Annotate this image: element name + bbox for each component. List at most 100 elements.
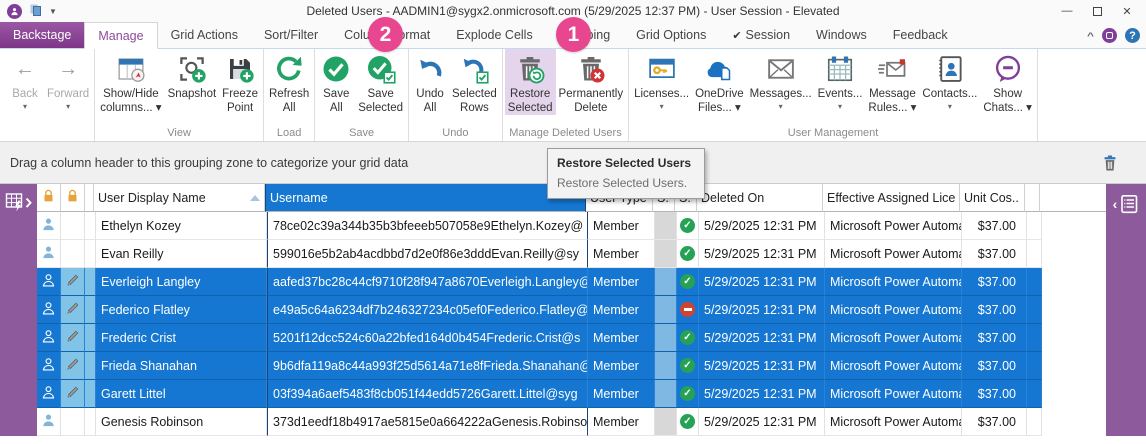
cell-username[interactable]: 9b6dfa119a8c44a993f25d5614a71e8fFrieda.S… (267, 352, 588, 380)
table-row[interactable]: Genesis Robinson373d1eedf18b4917ae5815e0… (37, 408, 1106, 436)
cell-row-edit[interactable] (61, 408, 85, 436)
cell-license[interactable]: Microsoft Power Automat (825, 352, 962, 380)
cell-deleted-on[interactable]: 5/29/2025 12:31 PM (699, 296, 825, 324)
cell-s2[interactable]: ✓ (677, 240, 699, 268)
tab-windows[interactable]: Windows (803, 22, 880, 48)
cell-username[interactable]: aafed37bc28c44cf9710f28f947a8670Everleig… (267, 268, 588, 296)
cell-user-type[interactable]: Member (588, 296, 655, 324)
cell-filler[interactable] (1027, 240, 1042, 268)
cell-username[interactable]: 599016e5b2ab4acdbbd7d2e0f86e3dddEvan.Rei… (267, 240, 588, 268)
forward-button[interactable]: →Forward▾ (44, 49, 92, 111)
grid-tools-panel[interactable] (0, 184, 37, 436)
pencil-icon[interactable] (65, 272, 81, 291)
cell-user-type[interactable]: Member (588, 352, 655, 380)
cell-user-type[interactable]: Member (588, 380, 655, 408)
permanently-delete-button[interactable]: PermanentlyDelete (556, 49, 627, 115)
cell-s2[interactable]: ✓ (677, 352, 699, 380)
cell-license[interactable]: Microsoft Power Automat (825, 408, 962, 436)
table-row[interactable]: Frederic Crist5201f12dcc524c60a22bfed164… (37, 324, 1106, 352)
cell-row-icon[interactable] (37, 352, 61, 380)
table-row[interactable]: Evan Reilly599016e5b2ab4acdbbd7d2e0f86e3… (37, 240, 1106, 268)
save-all-button[interactable]: SaveAll (317, 49, 355, 115)
cell-unit-cost[interactable]: $37.00 (962, 268, 1027, 296)
column-header-unit-cost[interactable]: Unit Cos... (960, 184, 1025, 212)
cell-s1[interactable] (655, 212, 677, 240)
copy-window-icon[interactable] (29, 3, 42, 19)
cell-row-edit[interactable] (61, 324, 85, 352)
cell-license[interactable]: Microsoft Power Automat (825, 212, 962, 240)
cell-ext[interactable] (1042, 240, 1106, 268)
cell-license[interactable]: Microsoft Power Automat (825, 380, 962, 408)
cell-filler[interactable] (1027, 268, 1042, 296)
cell-unit-cost[interactable]: $37.00 (962, 240, 1027, 268)
contacts--button[interactable]: Contacts...▾ (919, 49, 980, 111)
cell-filler[interactable] (1027, 212, 1042, 240)
cell-s1[interactable] (655, 296, 677, 324)
column-header-row-edit[interactable] (61, 184, 85, 212)
cell-ext[interactable] (1042, 268, 1106, 296)
cell-unit-cost[interactable]: $37.00 (962, 380, 1027, 408)
help-icon[interactable]: ? (1125, 28, 1140, 43)
cell-s1[interactable] (655, 268, 677, 296)
cell-display-name[interactable]: Federico Flatley (96, 296, 267, 324)
cell-s1[interactable] (655, 352, 677, 380)
table-row[interactable]: Federico Flatleye49a5c64a6234df7b2463272… (37, 296, 1106, 324)
cell-filler[interactable] (1027, 296, 1042, 324)
cell-deleted-on[interactable]: 5/29/2025 12:31 PM (699, 352, 825, 380)
events--button[interactable]: Events...▾ (815, 49, 866, 111)
table-row[interactable]: Everleigh Langleyaafed37bc28c44cf9710f28… (37, 268, 1106, 296)
cell-deleted-on[interactable]: 5/29/2025 12:31 PM (699, 324, 825, 352)
snapshot-button[interactable]: Snapshot (165, 49, 220, 102)
tab-grid-options[interactable]: Grid Options (623, 22, 719, 48)
cell-row-edit[interactable] (61, 212, 85, 240)
app-logo-icon[interactable] (7, 4, 22, 19)
cell-deleted-on[interactable]: 5/29/2025 12:31 PM (699, 408, 825, 436)
licenses--button[interactable]: Licenses...▾ (631, 49, 692, 111)
cell-license[interactable]: Microsoft Power Automat (825, 268, 962, 296)
cell-license[interactable]: Microsoft Power Automat (825, 296, 962, 324)
cell-ext[interactable] (1042, 380, 1106, 408)
cell-display-name[interactable]: Frederic Crist (96, 324, 267, 352)
minimize-button[interactable]: — (1052, 1, 1082, 21)
column-header-display-name[interactable]: User Display Name (94, 184, 265, 212)
cell-display-name[interactable]: Genesis Robinson (96, 408, 267, 436)
cell-license[interactable]: Microsoft Power Automat (825, 240, 962, 268)
cell-filler[interactable] (1027, 408, 1042, 436)
column-header-license[interactable]: Effective Assigned Licen... (823, 184, 960, 212)
cell-row-icon[interactable] (37, 212, 61, 240)
cell-deleted-on[interactable]: 5/29/2025 12:31 PM (699, 212, 825, 240)
cell-username[interactable]: 5201f12dcc524c60a22bfed164d0b454Frederic… (267, 324, 588, 352)
refresh-all-button[interactable]: RefreshAll (266, 49, 312, 115)
cell-s2[interactable] (677, 296, 699, 324)
cell-username[interactable]: e49a5c64a6234df7b246327234c05ef0Federico… (267, 296, 588, 324)
cell-sliver[interactable] (85, 324, 96, 352)
pencil-icon[interactable] (65, 300, 81, 319)
cell-user-type[interactable]: Member (588, 212, 655, 240)
cell-ext[interactable] (1042, 324, 1106, 352)
cell-row-icon[interactable] (37, 380, 61, 408)
cell-s2[interactable]: ✓ (677, 268, 699, 296)
table-row[interactable]: Garett Littel03f394a6aef5483f8cb051f44ed… (37, 380, 1106, 408)
cell-row-edit[interactable] (61, 380, 85, 408)
column-header-sliver[interactable]: : (85, 184, 94, 212)
cell-username[interactable]: 373d1eedf18b4917ae5815e0a664222aGenesis.… (267, 408, 588, 436)
cell-unit-cost[interactable]: $37.00 (962, 352, 1027, 380)
back-button[interactable]: ←Back▾ (6, 49, 44, 111)
column-header-row-icon[interactable] (37, 184, 61, 212)
show-chats--button[interactable]: ShowChats... ▾ (980, 49, 1035, 115)
cell-unit-cost[interactable]: $37.00 (962, 324, 1027, 352)
cell-s2[interactable]: ✓ (677, 324, 699, 352)
pencil-icon[interactable] (65, 384, 81, 403)
cell-row-edit[interactable] (61, 296, 85, 324)
cell-row-edit[interactable] (61, 240, 85, 268)
cell-row-edit[interactable] (61, 268, 85, 296)
cell-deleted-on[interactable]: 5/29/2025 12:31 PM (699, 268, 825, 296)
freeze-point-button[interactable]: FreezePoint (219, 49, 261, 115)
close-button[interactable]: ✕ (1112, 1, 1142, 21)
pencil-icon[interactable] (65, 356, 81, 375)
clear-grouping-trash-icon[interactable] (1100, 153, 1120, 173)
cell-filler[interactable] (1027, 352, 1042, 380)
cell-sliver[interactable] (85, 268, 96, 296)
cell-ext[interactable] (1042, 296, 1106, 324)
side-panel-collapsed[interactable]: ‹ (1106, 184, 1146, 436)
